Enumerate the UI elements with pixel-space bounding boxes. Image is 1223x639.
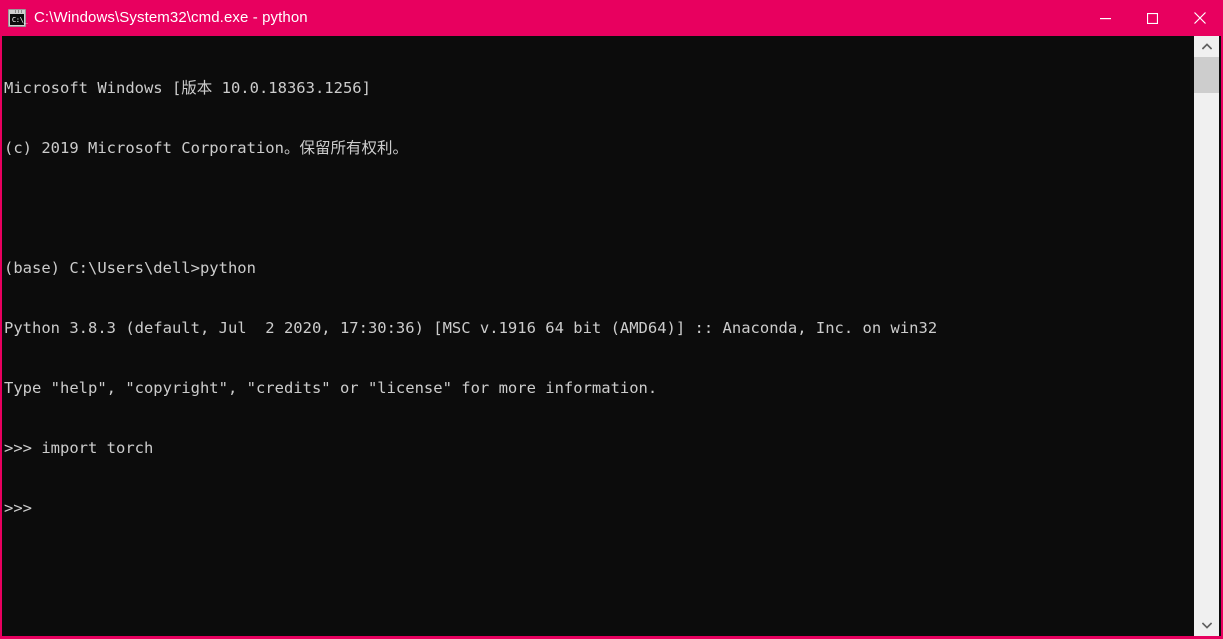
cmd-console-icon[interactable]: C:\_ <box>8 9 28 27</box>
window-controls <box>1082 0 1221 36</box>
scroll-up-arrow[interactable] <box>1194 36 1219 57</box>
console-line: Python 3.8.3 (default, Jul 2 2020, 17:30… <box>4 319 938 337</box>
scrollbar-thumb[interactable] <box>1194 57 1219 93</box>
console-text-block: Microsoft Windows [版本 10.0.18363.1256] (… <box>2 36 1198 558</box>
minimize-icon <box>1100 17 1111 19</box>
minimize-button[interactable] <box>1082 0 1129 36</box>
icon-screen: C:\_ <box>10 14 28 25</box>
console-scrollbar[interactable] <box>1194 36 1219 636</box>
scroll-down-arrow[interactable] <box>1194 615 1219 636</box>
close-icon <box>1193 12 1206 24</box>
cmd-window: C:\_ C:\Windows\System32\cmd.exe - pytho… <box>0 0 1223 639</box>
icon-prompt-glyph: C:\_ <box>11 15 28 24</box>
chevron-up-icon <box>1201 43 1212 50</box>
maximize-button[interactable] <box>1129 0 1176 36</box>
console-output-area[interactable]: Microsoft Windows [版本 10.0.18363.1256] (… <box>2 36 1198 636</box>
close-button[interactable] <box>1176 0 1221 36</box>
scrollbar-track[interactable] <box>1194 57 1219 615</box>
console-prompt-line[interactable]: >>> <box>4 498 1198 518</box>
maximize-icon <box>1147 12 1158 24</box>
chevron-down-icon <box>1201 622 1212 629</box>
console-line: (base) C:\Users\dell>python <box>4 259 256 277</box>
icon-titlebar-dots <box>15 10 23 13</box>
console-line: Type "help", "copyright", "credits" or "… <box>4 379 658 397</box>
title-bar[interactable]: C:\_ C:\Windows\System32\cmd.exe - pytho… <box>2 0 1221 36</box>
console-line: >>> import torch <box>4 439 154 457</box>
window-title: C:\Windows\System32\cmd.exe - python <box>34 9 308 26</box>
console-line: Microsoft Windows [版本 10.0.18363.1256] <box>4 79 371 97</box>
console-line: (c) 2019 Microsoft Corporation。保留所有权利。 <box>4 139 408 157</box>
